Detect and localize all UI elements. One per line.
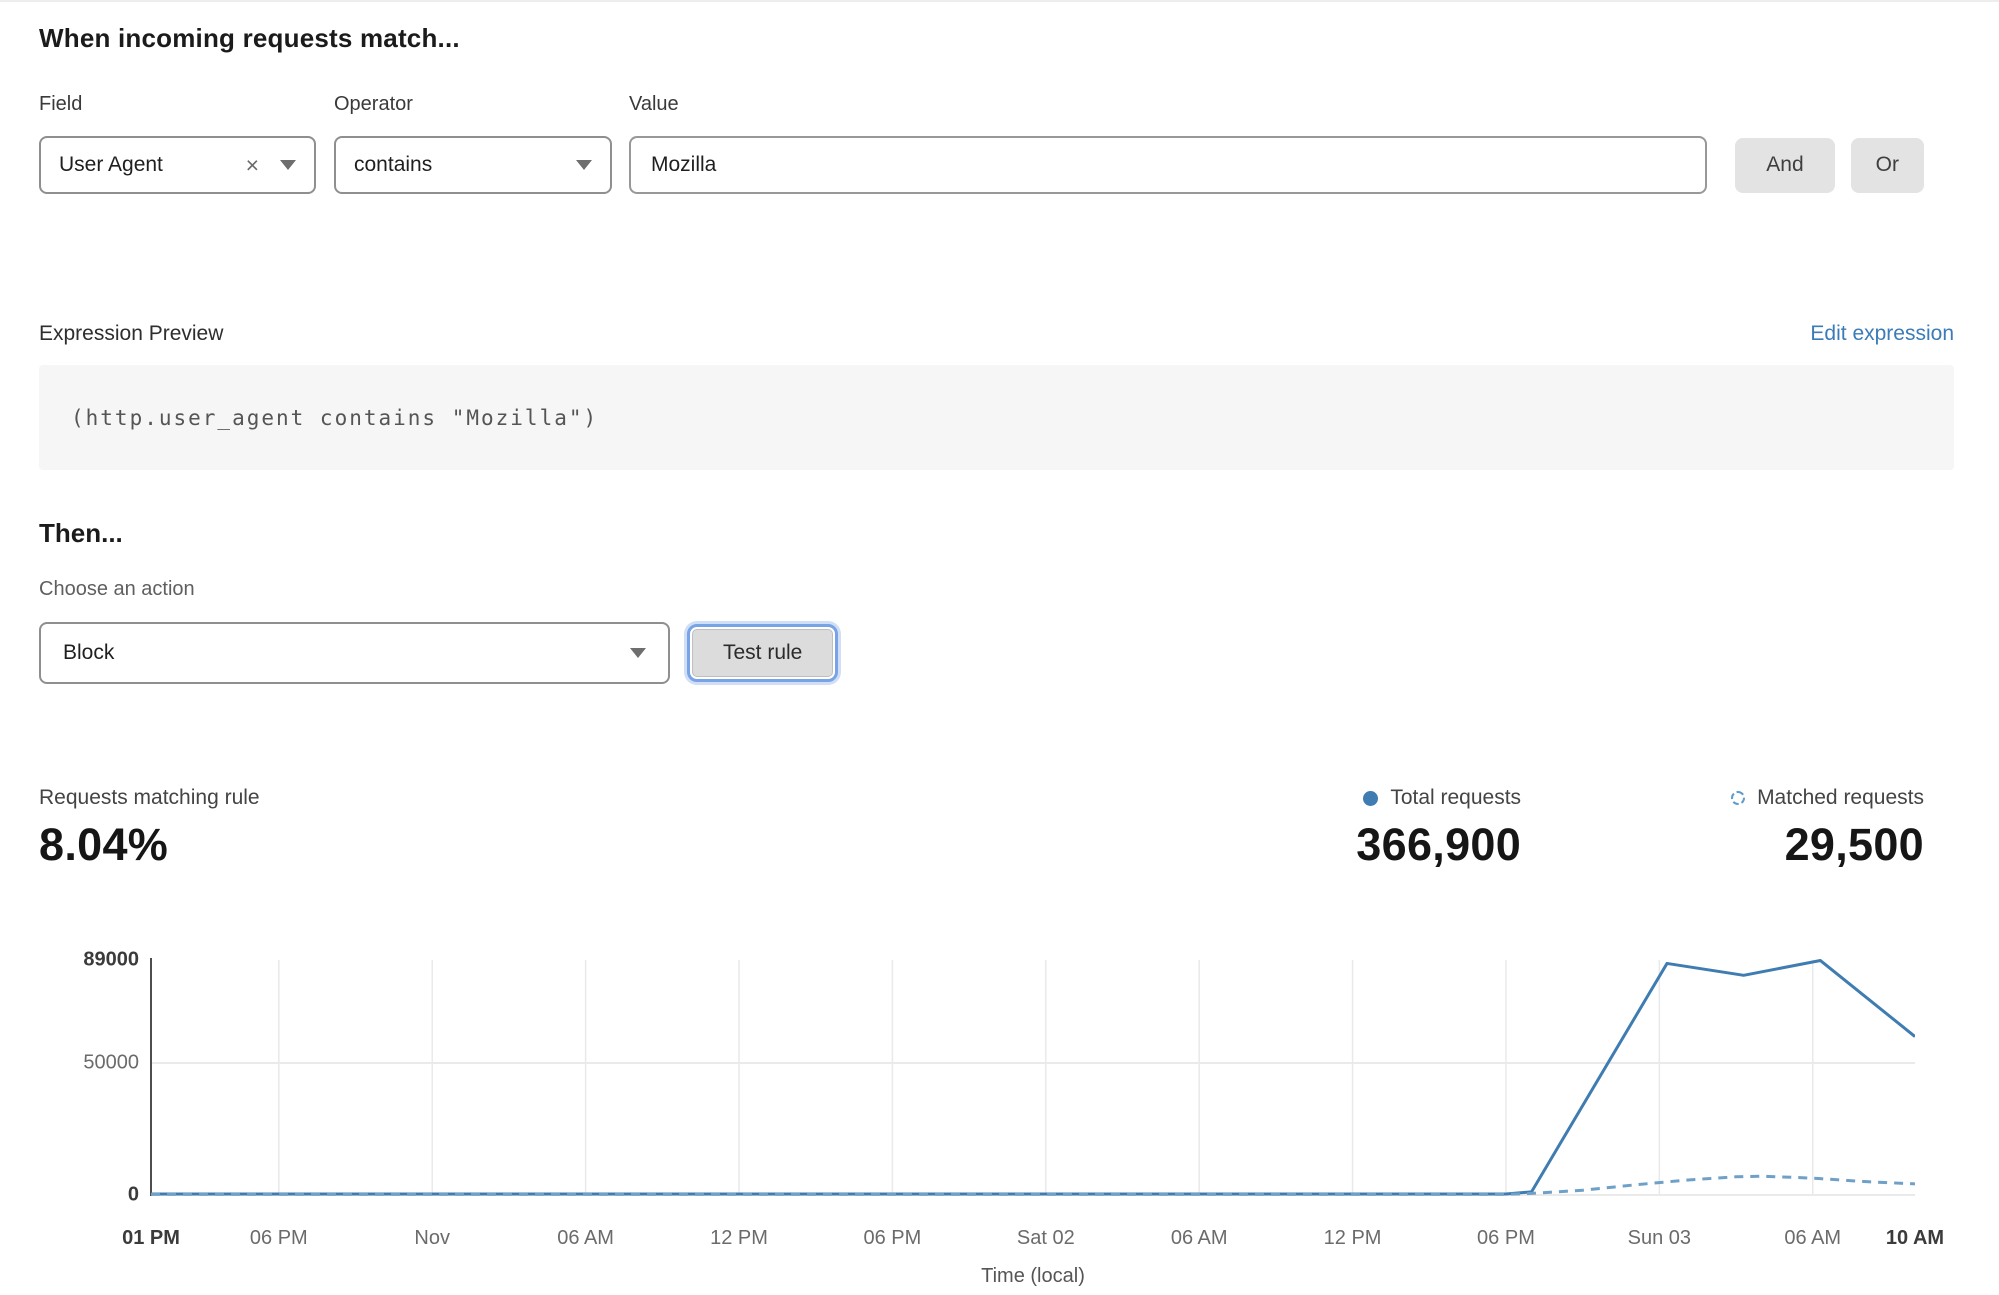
chevron-down-icon — [630, 648, 646, 658]
operator-label: Operator — [334, 93, 629, 116]
x-tick-label: 10 AM — [1886, 1227, 1944, 1250]
y-tick-label: 89000 — [39, 949, 139, 972]
legend-matched-requests: Matched requests — [1731, 786, 1924, 810]
value-label: Value — [629, 93, 679, 116]
chevron-down-icon — [280, 160, 296, 170]
choose-action-label: Choose an action — [39, 578, 1999, 601]
operator-select-value: contains — [354, 153, 432, 177]
legend-total-requests: Total requests — [1363, 786, 1521, 810]
builder-labels-row: Field Operator Value — [39, 93, 1924, 116]
field-select[interactable]: User Agent × — [39, 136, 316, 194]
x-tick-label: 06 PM — [250, 1227, 308, 1250]
action-row: Block Test rule — [39, 622, 1999, 684]
series-dashed — [151, 1176, 1915, 1194]
series-solid — [151, 961, 1915, 1194]
value-input[interactable] — [629, 136, 1707, 194]
x-tick-label: 06 PM — [863, 1227, 921, 1250]
x-tick-label: Sun 03 — [1628, 1227, 1691, 1250]
stat-matching-value: 8.04% — [39, 819, 260, 871]
dashed-circle-icon — [1731, 791, 1745, 805]
x-tick-label: Sat 02 — [1017, 1227, 1075, 1250]
x-tick-label: 06 AM — [1784, 1227, 1841, 1250]
test-rule-focus-ring: Test rule — [687, 624, 838, 682]
and-button[interactable]: And — [1735, 138, 1834, 193]
clear-field-icon[interactable]: × — [246, 154, 259, 177]
action-select-value: Block — [63, 641, 114, 665]
stats-row: Requests matching rule 8.04% Total reque… — [39, 786, 1924, 871]
y-tick-label: 50000 — [39, 1051, 139, 1074]
legend-stats-group: Total requests 366,900 Matched requests … — [1356, 786, 1924, 871]
test-rule-button[interactable]: Test rule — [692, 629, 833, 677]
expression-preview-header: Expression Preview Edit expression — [39, 322, 1954, 346]
x-tick-label: 01 PM — [122, 1227, 180, 1250]
when-requests-match-heading: When incoming requests match... — [39, 23, 1999, 54]
x-tick-label: 12 PM — [710, 1227, 768, 1250]
stat-matching-label: Requests matching rule — [39, 786, 260, 810]
stat-matched-value: 29,500 — [1785, 819, 1924, 871]
stat-total-value: 366,900 — [1356, 819, 1521, 871]
chart-svg — [39, 947, 1915, 1207]
x-tick-label: 06 AM — [557, 1227, 614, 1250]
stat-total-label: Total requests — [1390, 786, 1521, 810]
requests-chart: 89000 50000 0 01 PM 06 PM Nov 06 AM 12 PM 06 PM S… — [39, 947, 1989, 1292]
field-select-value: User Agent — [59, 153, 163, 177]
builder-inputs-row: User Agent × contains And Or — [39, 136, 1924, 194]
x-tick-label: 06 PM — [1477, 1227, 1535, 1250]
expression-preview-label: Expression Preview — [39, 322, 223, 346]
chevron-down-icon — [576, 160, 592, 170]
x-tick-label: 06 AM — [1171, 1227, 1228, 1250]
stat-matched-label: Matched requests — [1757, 786, 1924, 810]
field-label: Field — [39, 93, 334, 116]
solid-dot-icon — [1363, 791, 1378, 806]
then-heading: Then... — [39, 518, 1999, 549]
x-axis-title: Time (local) — [981, 1265, 1085, 1288]
operator-select[interactable]: contains — [334, 136, 612, 194]
stat-total-requests: Total requests 366,900 — [1356, 786, 1521, 871]
stat-matched-requests: Matched requests 29,500 — [1731, 786, 1924, 871]
x-tick-label: 12 PM — [1324, 1227, 1382, 1250]
expression-code: (http.user_agent contains "Mozilla") — [71, 406, 598, 430]
y-tick-label: 0 — [39, 1184, 139, 1207]
x-tick-label: Nov — [414, 1227, 450, 1250]
expression-code-block: (http.user_agent contains "Mozilla") — [39, 365, 1954, 470]
or-button[interactable]: Or — [1851, 138, 1924, 193]
action-select[interactable]: Block — [39, 622, 670, 684]
firewall-rule-builder-page: When incoming requests match... Field Op… — [0, 0, 1999, 1295]
stat-requests-matching: Requests matching rule 8.04% — [39, 786, 260, 871]
edit-expression-link[interactable]: Edit expression — [1810, 322, 1954, 346]
